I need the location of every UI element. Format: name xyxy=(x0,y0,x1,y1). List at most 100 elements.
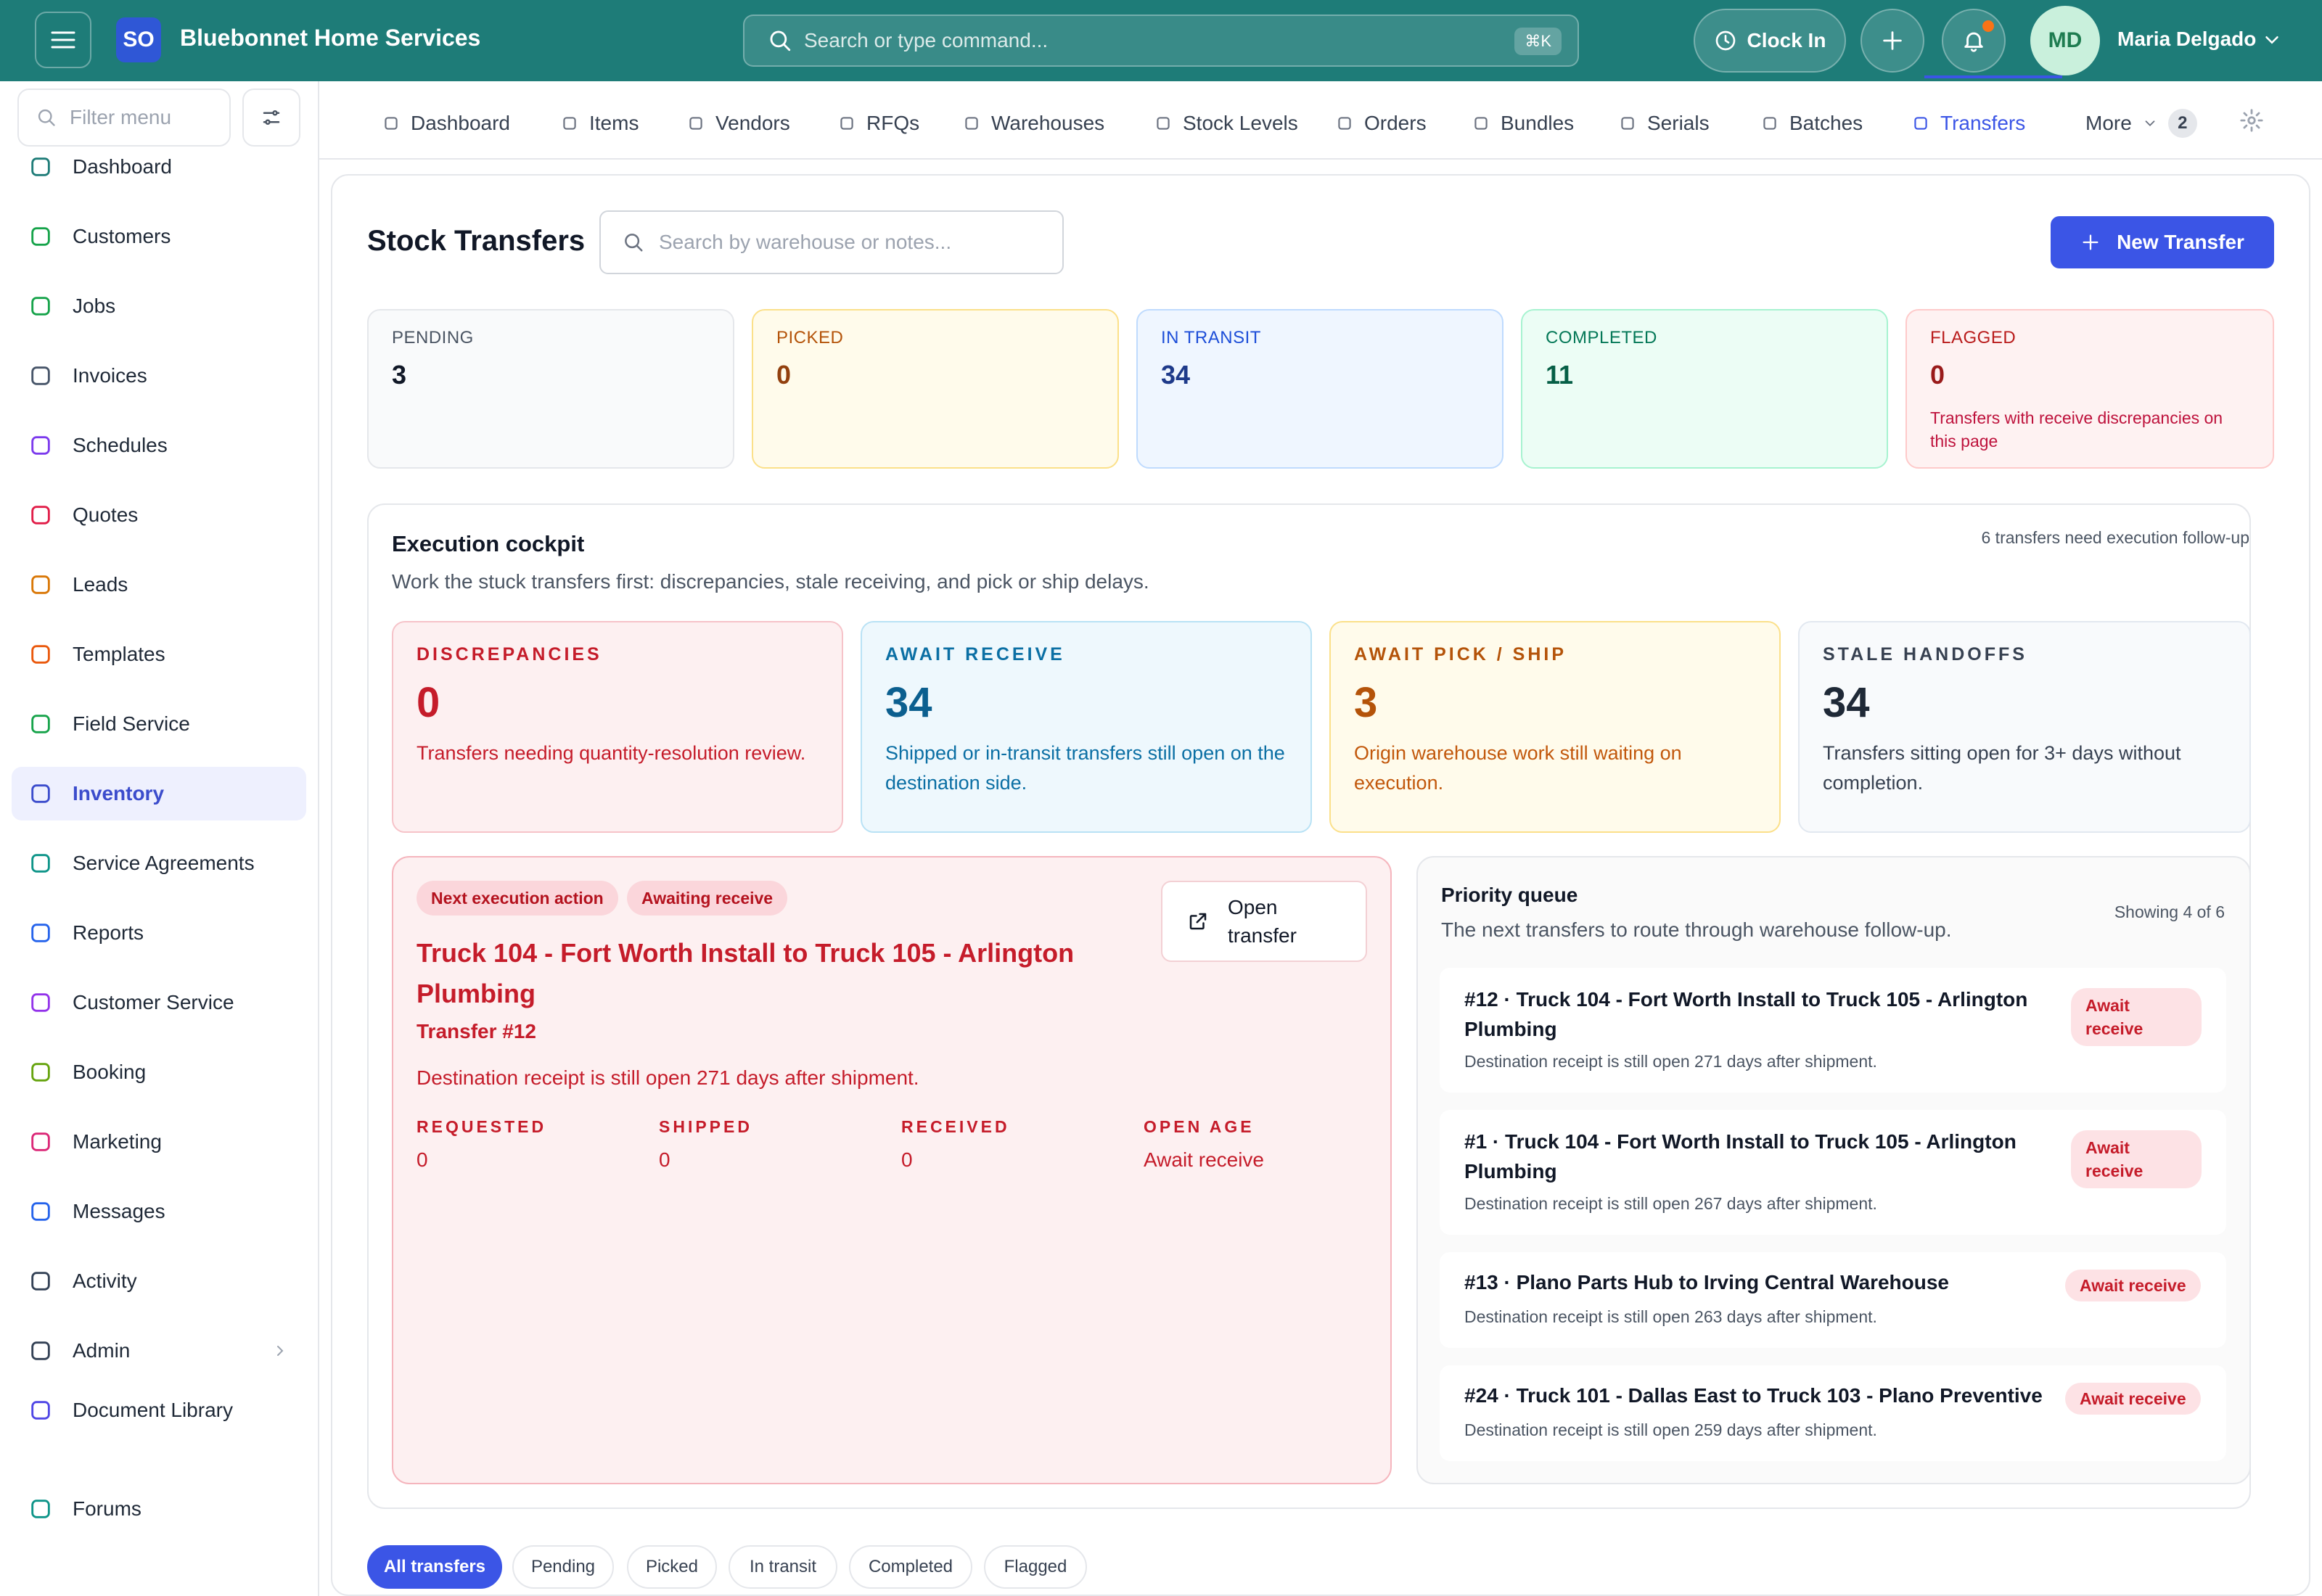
open-transfer-button[interactable]: Open transfer xyxy=(1161,881,1367,962)
invoice-icon xyxy=(28,363,54,389)
priority-queue-title: Priority queue xyxy=(1441,884,1578,906)
search-icon xyxy=(625,234,643,252)
command-search-input[interactable] xyxy=(804,29,1457,52)
filter-pending[interactable]: Pending xyxy=(512,1545,614,1589)
tab-settings[interactable] xyxy=(2239,106,2264,135)
hamburger-icon xyxy=(51,31,75,49)
next-action-desc: Destination receipt is still open 271 da… xyxy=(417,1066,919,1089)
kpi-desc: Transfers needing quantity-resolution re… xyxy=(417,742,806,764)
filter-in-transit[interactable]: In transit xyxy=(729,1545,837,1589)
tab-warehouses[interactable]: Warehouses xyxy=(962,109,1104,138)
kpi-await-pick-ship[interactable]: AWAIT PICK / SHIP 3 Origin warehouse wor… xyxy=(1329,621,1781,833)
sidebar-item-dashboard[interactable]: Dashboard xyxy=(12,140,306,194)
tab-stock-levels[interactable]: Stock Levels xyxy=(1154,109,1298,138)
user-name[interactable]: Maria Delgado xyxy=(2117,28,2256,51)
new-transfer-button[interactable]: New Transfer xyxy=(2051,216,2274,268)
clock-in-button[interactable]: Clock In xyxy=(1694,9,1846,73)
list-item[interactable]: #1 · Truck 104 - Fort Worth Install to T… xyxy=(1440,1110,2226,1235)
tab-label: Warehouses xyxy=(991,112,1105,134)
tab-label: Stock Levels xyxy=(1183,112,1298,134)
external-link-icon xyxy=(1189,913,1207,930)
kpi-value: 3 xyxy=(1354,679,1378,726)
tab-vendors[interactable]: Vendors xyxy=(686,109,790,138)
sidebar-item-document-library[interactable]: Document Library xyxy=(12,1383,306,1437)
sidebar-item-marketing[interactable]: Marketing xyxy=(12,1115,306,1169)
filter-all-transfers[interactable]: All transfers xyxy=(367,1545,502,1589)
headset-icon xyxy=(28,990,54,1016)
tab-orders[interactable]: Orders xyxy=(1335,109,1427,138)
stat-completed[interactable]: COMPLETED 11 xyxy=(1521,309,1888,469)
stat-picked[interactable]: PICKED 0 xyxy=(752,309,1119,469)
filter-placeholder: Filter menu xyxy=(70,106,172,128)
tab-batches[interactable]: Batches xyxy=(1760,109,1863,138)
filter-flagged[interactable]: Flagged xyxy=(984,1545,1087,1589)
sidebar-item-messages[interactable]: Messages xyxy=(12,1185,306,1238)
metric-value: Await receive xyxy=(1144,1148,1265,1171)
stat-flagged[interactable]: FLAGGED 0 Transfers with receive discrep… xyxy=(1905,309,2274,469)
list-item[interactable]: #24 · Truck 101 - Dallas East to Truck 1… xyxy=(1440,1365,2226,1461)
stat-value: 11 xyxy=(1546,360,1574,390)
funnel-icon xyxy=(28,572,54,598)
kpi-stale-handoffs[interactable]: STALE HANDOFFS 34 Transfers sitting open… xyxy=(1798,621,2251,833)
sidebar-item-invoices[interactable]: Invoices xyxy=(12,349,306,403)
sidebar-item-templates[interactable]: Templates xyxy=(12,628,306,681)
command-search[interactable]: ⌘K xyxy=(743,15,1579,67)
tab-rfqs[interactable]: RFQs xyxy=(837,109,919,138)
list-item[interactable]: #12 · Truck 104 - Fort Worth Install to … xyxy=(1440,968,2226,1093)
metric-value: 0 xyxy=(659,1148,670,1171)
store-icon xyxy=(686,114,705,133)
sidebar-item-inventory[interactable]: Inventory xyxy=(12,767,306,820)
filter-menu-input[interactable]: Filter menu xyxy=(17,89,231,147)
menu-toggle-button[interactable] xyxy=(35,12,91,68)
quick-add-button[interactable] xyxy=(1861,9,1924,73)
home-icon xyxy=(28,154,54,180)
tab-dashboard[interactable]: Dashboard xyxy=(382,109,510,138)
sidebar-item-forums[interactable]: Forums xyxy=(12,1482,306,1536)
kpi-discrepancies[interactable]: DISCREPANCIES 0 Transfers needing quanti… xyxy=(392,621,843,833)
inventory-tabs: Dashboard Items Vendors RFQs Warehouses Stock… xyxy=(319,81,2322,160)
sidebar-item-admin[interactable]: Admin xyxy=(12,1324,306,1378)
sidebar-item-booking[interactable]: Booking xyxy=(12,1045,306,1099)
kpi-await-receive[interactable]: AWAIT RECEIVE 34 Shipped or in-transit t… xyxy=(861,621,1312,833)
metric-label: SHIPPED xyxy=(659,1117,752,1136)
sidebar-item-label: Booking xyxy=(73,1061,147,1083)
sidebar-item-customer-service[interactable]: Customer Service xyxy=(12,976,306,1029)
filter-settings-button[interactable] xyxy=(242,89,300,147)
filter-completed[interactable]: Completed xyxy=(849,1545,972,1589)
tab-serials[interactable]: Serials xyxy=(1618,109,1710,138)
sidebar-item-field-service[interactable]: Field Service xyxy=(12,697,306,751)
stat-pending[interactable]: PENDING 3 xyxy=(367,309,734,469)
sidebar-item-label: Inventory xyxy=(73,782,165,805)
kpi-value: 0 xyxy=(417,679,440,726)
sidebar-item-quotes[interactable]: Quotes xyxy=(12,488,306,542)
avatar[interactable]: MD xyxy=(2030,6,2100,75)
notifications-button[interactable] xyxy=(1942,9,2006,73)
list-item[interactable]: #13 · Plano Parts Hub to Irving Central … xyxy=(1440,1252,2226,1348)
transfer-search[interactable] xyxy=(599,210,1064,274)
sidebar-item-leads[interactable]: Leads xyxy=(12,558,306,612)
stat-in-transit[interactable]: IN TRANSIT 34 xyxy=(1136,309,1503,469)
tab-bundles[interactable]: Bundles xyxy=(1472,109,1574,138)
sidebar-item-service-agreements[interactable]: Service Agreements xyxy=(12,836,306,890)
filter-picked[interactable]: Picked xyxy=(627,1545,717,1589)
sidebar-item-schedules[interactable]: Schedules xyxy=(12,419,306,472)
tab-more[interactable]: More 2 xyxy=(2085,109,2197,138)
sidebar-item-activity[interactable]: Activity xyxy=(12,1254,306,1308)
kpi-label: AWAIT PICK / SHIP xyxy=(1354,644,1567,665)
sidebar-item-jobs[interactable]: Jobs xyxy=(12,279,306,333)
app-logo[interactable]: SO xyxy=(116,17,161,62)
next-action-title[interactable]: Truck 104 - Fort Worth Install to Truck … xyxy=(417,933,1113,1014)
new-transfer-label: New Transfer xyxy=(2117,231,2244,253)
tab-label: Transfers xyxy=(1940,112,2026,134)
stat-note: Transfers with receive discrepancies on … xyxy=(1930,408,2223,451)
tab-items[interactable]: Items xyxy=(560,109,639,138)
forum-icon xyxy=(28,1496,54,1522)
stat-value: 0 xyxy=(1930,360,1945,390)
sidebar-item-customers[interactable]: Customers xyxy=(12,210,306,263)
tab-transfers[interactable]: Transfers xyxy=(1911,109,2025,138)
queue-item-desc: Destination receipt is still open 259 da… xyxy=(1464,1420,1877,1439)
chevron-down-icon[interactable] xyxy=(2261,29,2283,51)
kpi-label: STALE HANDOFFS xyxy=(1823,644,2027,665)
transfer-search-input[interactable] xyxy=(659,231,1036,254)
sidebar-item-reports[interactable]: Reports xyxy=(12,906,306,960)
